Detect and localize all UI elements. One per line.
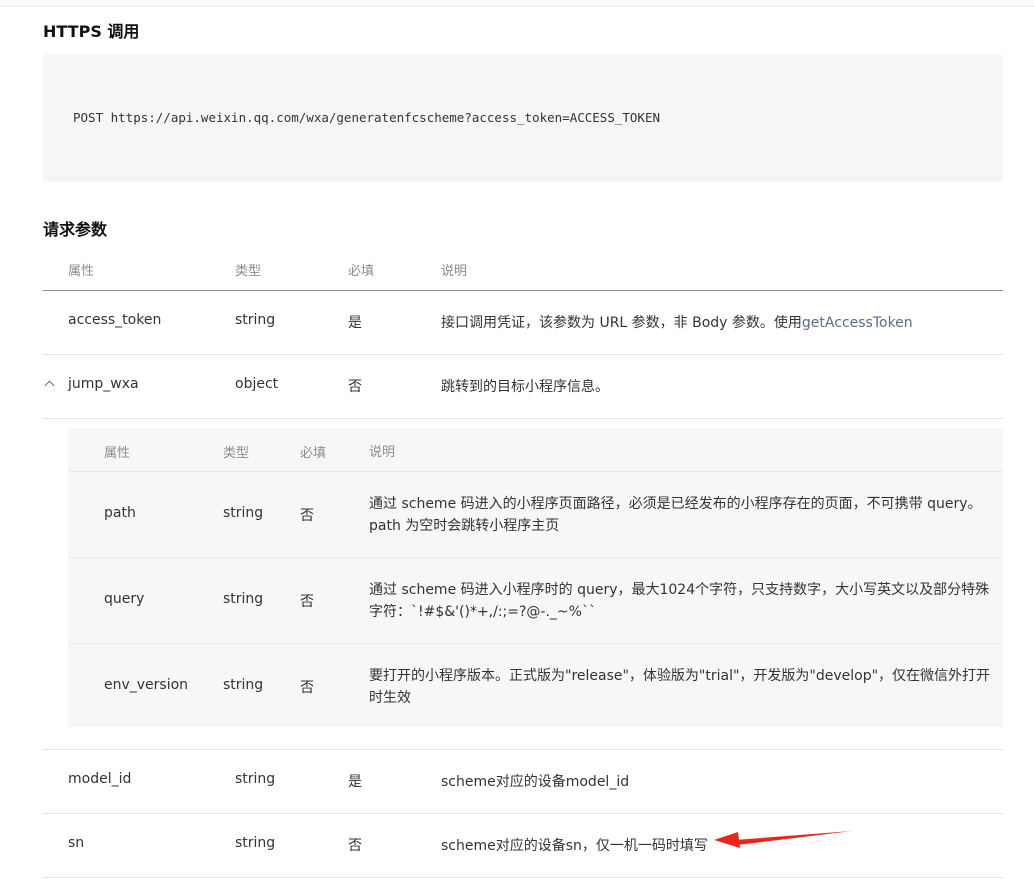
nested-param-name: query	[104, 591, 145, 607]
nested-param-required: 否	[300, 508, 314, 524]
get-access-token-link[interactable]: getAccessToken	[802, 315, 913, 331]
param-type: string	[235, 771, 276, 787]
nested-param-required: 否	[300, 594, 314, 610]
header-desc: 说明	[441, 264, 468, 279]
nested-param-desc: 通过 scheme 码进入小程序时的 query，最大1024个字符，只支持数字…	[369, 582, 990, 620]
nested-table-row: query string 否 通过 scheme 码进入小程序时的 query，…	[68, 558, 1003, 644]
param-desc: scheme对应的设备sn，仅一机一码时填写	[441, 838, 708, 854]
param-required: 是	[348, 315, 362, 331]
request-url: POST https://api.weixin.qq.com/wxa/gener…	[73, 110, 660, 125]
param-desc-text: 接口调用凭证，该参数为 URL 参数，非 Body 参数。使用	[441, 315, 802, 331]
nested-table-container: 属性 类型 必填 说明 path string 否 通过 scheme 码进入的…	[43, 419, 1003, 750]
param-name: model_id	[68, 771, 132, 787]
param-type: string	[235, 835, 276, 851]
param-desc: 接口调用凭证，该参数为 URL 参数，非 Body 参数。使用getAccess…	[441, 312, 913, 332]
table-header: 属性 类型 必填 说明	[43, 250, 1003, 291]
param-desc: 跳转到的目标小程序信息。	[441, 379, 609, 395]
https-section-title: HTTPS 调用	[43, 22, 140, 41]
param-required: 是	[348, 774, 362, 790]
nested-table: 属性 类型 必填 说明 path string 否 通过 scheme 码进入的…	[68, 428, 1003, 727]
param-name: jump_wxa	[68, 376, 139, 392]
param-type: object	[235, 376, 279, 392]
nested-header-attr: 属性	[104, 446, 131, 461]
table-row: sn string 否 scheme对应的设备sn，仅一机一码时填写	[43, 814, 1003, 878]
nested-param-desc: 要打开的小程序版本。正式版为"release"，体验版为"trial"，开发版为…	[369, 668, 991, 706]
nested-table-row: path string 否 通过 scheme 码进入的小程序页面路径，必须是已…	[68, 472, 1003, 558]
nested-header-required: 必填	[300, 446, 327, 461]
header-attr: 属性	[68, 264, 95, 279]
nested-header-desc: 说明	[369, 445, 396, 460]
nested-param-name: env_version	[104, 677, 189, 693]
nested-table-header: 属性 类型 必填 说明	[68, 428, 1003, 472]
params-section-title: 请求参数	[43, 220, 108, 239]
param-name: access_token	[68, 312, 162, 328]
param-type: string	[235, 312, 276, 328]
header-required: 必填	[348, 264, 375, 279]
chevron-up-icon[interactable]	[44, 380, 55, 391]
header-type: 类型	[235, 264, 262, 279]
table-row-expandable[interactable]: jump_wxa object 否 跳转到的目标小程序信息。	[43, 355, 1003, 419]
nested-table-row: env_version string 否 要打开的小程序版本。正式版为"rele…	[68, 644, 1003, 729]
top-bar	[0, 0, 1034, 7]
nested-param-type: string	[223, 591, 264, 607]
nested-param-required: 否	[300, 680, 314, 696]
param-desc: scheme对应的设备model_id	[441, 774, 630, 790]
nested-param-type: string	[223, 505, 264, 521]
table-row: model_id string 是 scheme对应的设备model_id	[43, 750, 1003, 814]
nested-header-type: 类型	[223, 446, 250, 461]
param-required: 否	[348, 838, 362, 854]
table-row: access_token string 是 接口调用凭证，该参数为 URL 参数…	[43, 291, 1003, 355]
param-name: sn	[68, 835, 85, 851]
nested-param-name: path	[104, 505, 136, 521]
nested-param-type: string	[223, 677, 264, 693]
param-required: 否	[348, 379, 362, 395]
code-block: POST https://api.weixin.qq.com/wxa/gener…	[43, 54, 1003, 182]
nested-param-desc: 通过 scheme 码进入的小程序页面路径，必须是已经发布的小程序存在的页面，不…	[369, 496, 982, 534]
params-table: 属性 类型 必填 说明 access_token string 是 接口调用凭证…	[43, 250, 1003, 878]
